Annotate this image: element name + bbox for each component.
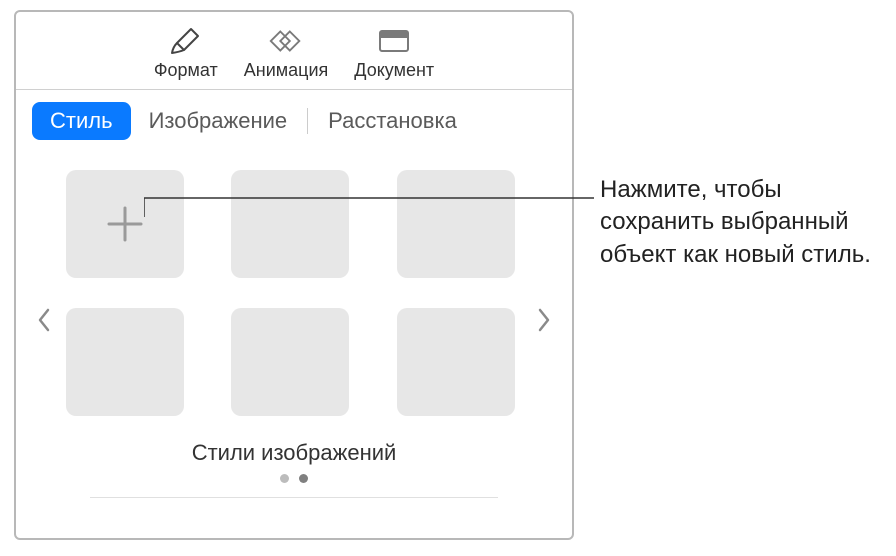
styles-grid xyxy=(66,170,522,416)
tab-arrange[interactable]: Расстановка xyxy=(310,102,475,140)
divider xyxy=(90,497,498,498)
tab-style[interactable]: Стиль xyxy=(32,102,131,140)
document-label: Документ xyxy=(354,60,434,81)
page-dots xyxy=(66,474,522,483)
format-button[interactable]: Формат xyxy=(150,26,222,81)
styles-area: Стили изображений xyxy=(16,150,572,508)
animate-label: Анимация xyxy=(244,60,329,81)
document-icon xyxy=(375,26,413,56)
styles-prev-button[interactable] xyxy=(30,300,58,340)
tab-separator xyxy=(307,108,308,134)
animate-button[interactable]: Анимация xyxy=(240,26,333,81)
style-tile[interactable] xyxy=(66,308,184,416)
add-style-button[interactable] xyxy=(66,170,184,278)
style-tile[interactable] xyxy=(231,308,349,416)
inspector-panel: Формат Анимация Документ Стиль Изображен xyxy=(14,10,574,540)
plus-icon xyxy=(103,202,147,246)
style-tile[interactable] xyxy=(397,170,515,278)
style-tile[interactable] xyxy=(231,170,349,278)
page-dot[interactable] xyxy=(280,474,289,483)
document-button[interactable]: Документ xyxy=(350,26,438,81)
diamond-icon xyxy=(267,26,305,56)
tab-image[interactable]: Изображение xyxy=(131,102,306,140)
style-tile[interactable] xyxy=(397,308,515,416)
brush-icon xyxy=(167,26,205,56)
styles-heading: Стили изображений xyxy=(66,440,522,466)
callout-text: Нажмите, чтобы сохранить выбранный объек… xyxy=(600,174,880,271)
tabs: Стиль Изображение Расстановка xyxy=(16,90,572,150)
toolbar: Формат Анимация Документ xyxy=(16,12,572,90)
page-dot[interactable] xyxy=(299,474,308,483)
format-label: Формат xyxy=(154,60,218,81)
styles-next-button[interactable] xyxy=(530,300,558,340)
